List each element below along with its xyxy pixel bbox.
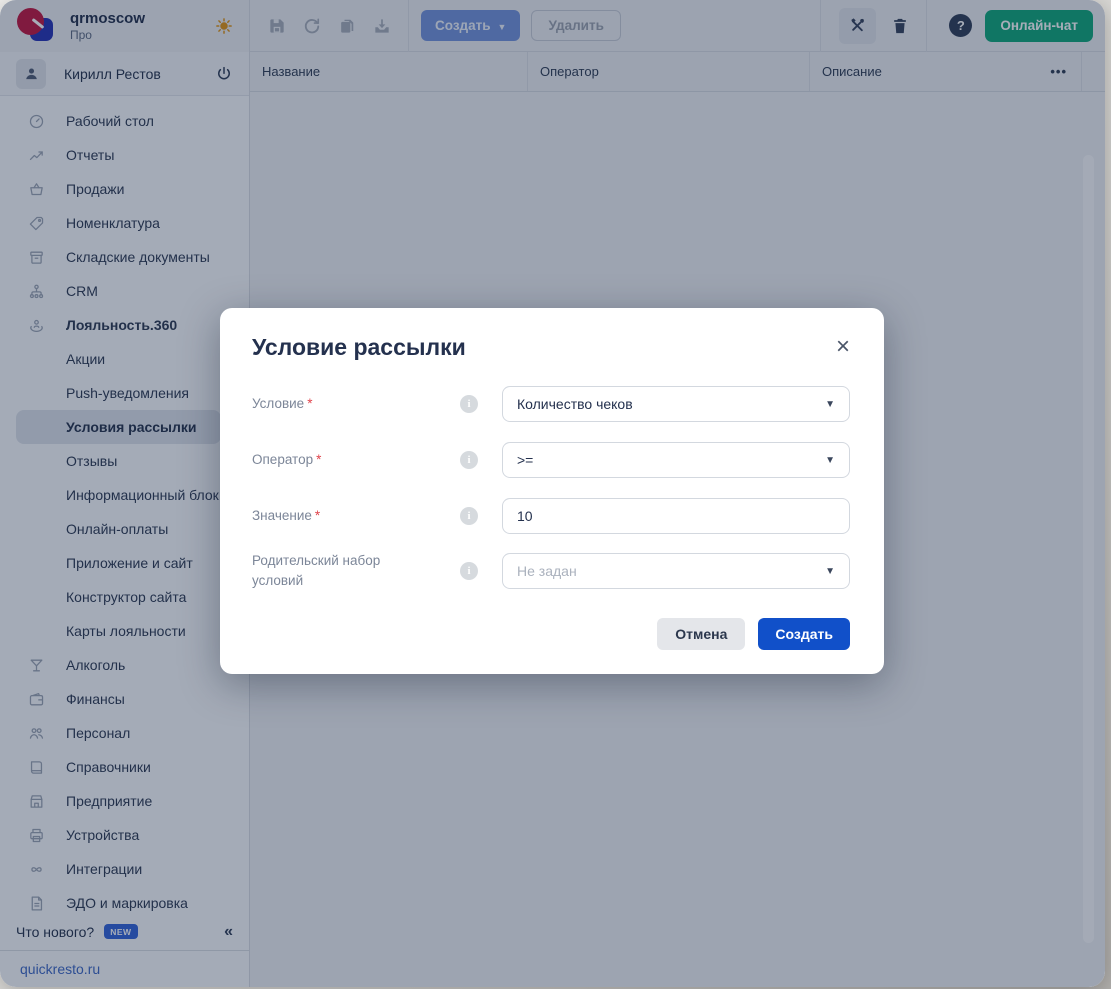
info-icon[interactable]: i xyxy=(460,562,478,580)
mailing-condition-modal: Условие рассылки × Условие * i Количество… xyxy=(220,308,884,674)
field-label-value: Значение * xyxy=(252,508,321,524)
parent-set-select[interactable]: Не задан ▼ xyxy=(502,553,850,589)
info-icon[interactable]: i xyxy=(460,395,478,413)
field-label-parent-set: Родительский набор условий xyxy=(252,553,381,588)
value-input[interactable] xyxy=(502,498,850,534)
field-label-operator: Оператор * xyxy=(252,452,322,468)
operator-select[interactable]: >= ▼ xyxy=(502,442,850,478)
submit-create-button[interactable]: Создать xyxy=(758,618,850,650)
info-icon[interactable]: i xyxy=(460,451,478,469)
chevron-down-icon: ▼ xyxy=(825,454,835,466)
app-window: qrmoscow Про Кирилл Рестов Рабочий стол … xyxy=(0,0,1105,987)
field-label-condition: Условие * xyxy=(252,396,313,412)
cancel-button[interactable]: Отмена xyxy=(657,618,746,650)
chevron-down-icon: ▼ xyxy=(825,565,835,577)
chevron-down-icon: ▼ xyxy=(825,398,835,410)
condition-select[interactable]: Количество чеков ▼ xyxy=(502,386,850,422)
close-icon[interactable]: × xyxy=(836,335,850,359)
info-icon[interactable]: i xyxy=(460,507,478,525)
modal-title: Условие рассылки xyxy=(252,333,466,360)
